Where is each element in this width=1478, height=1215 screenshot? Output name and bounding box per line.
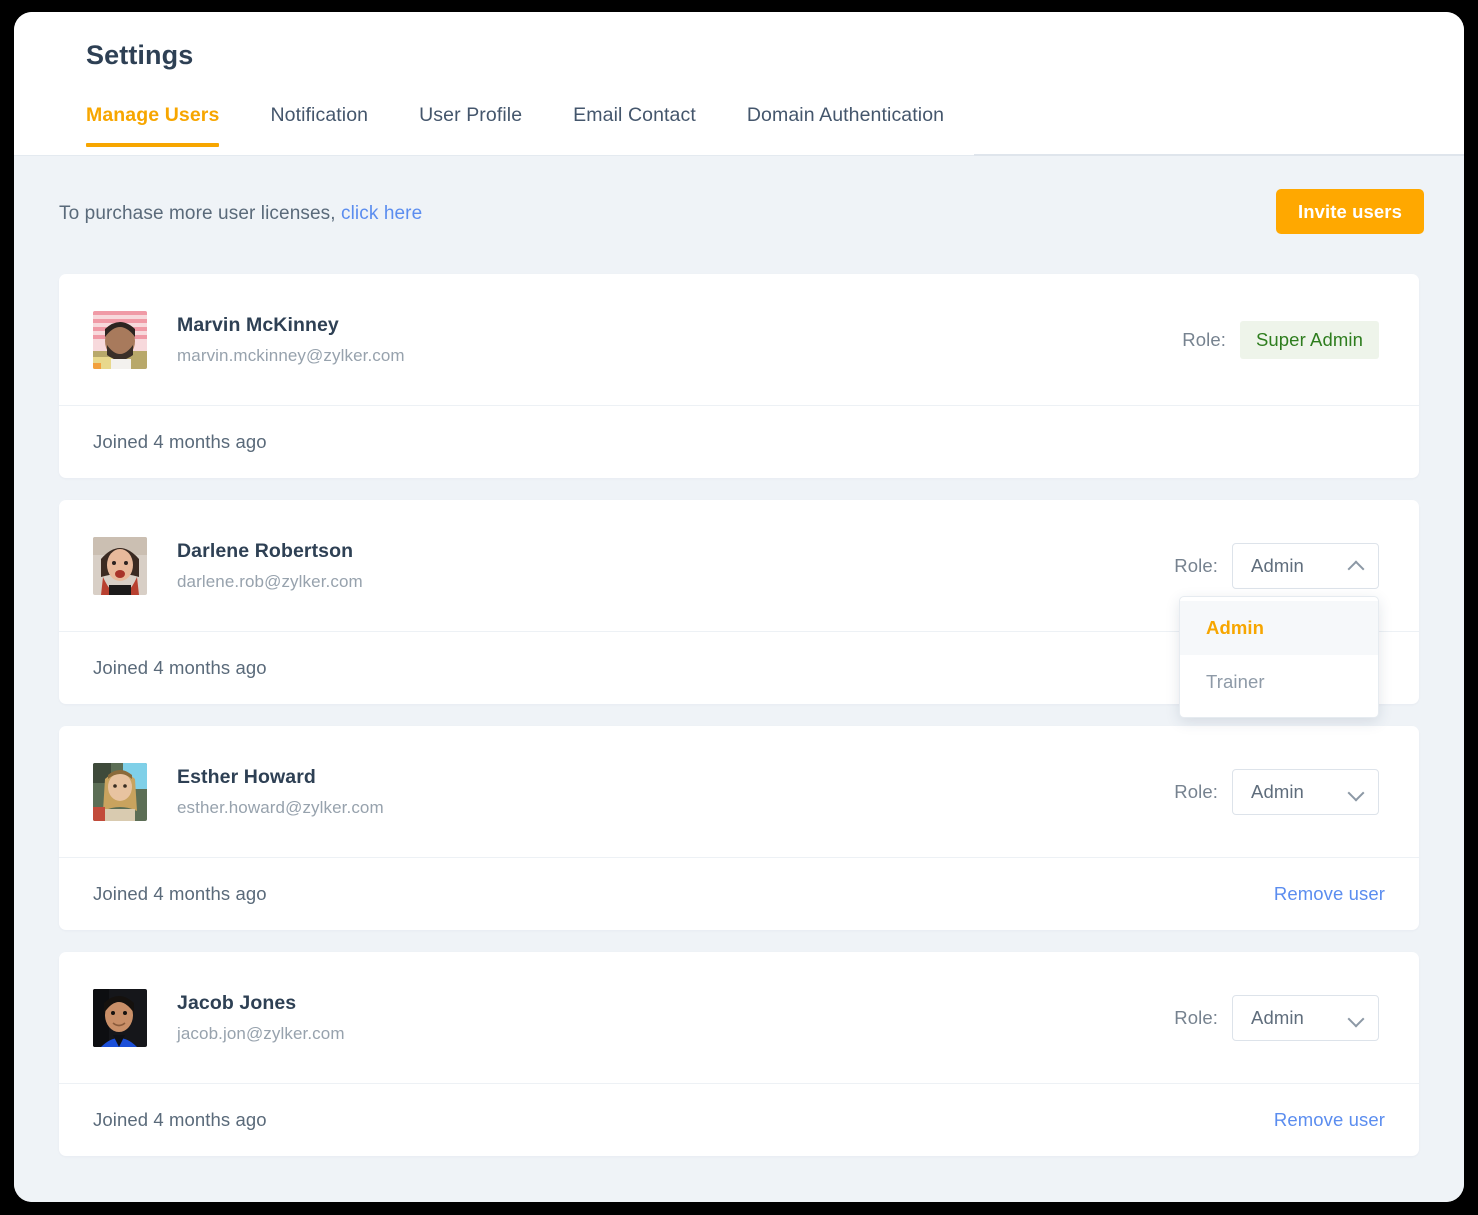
settings-tabs: Manage Users Notification User Profile E… xyxy=(86,104,944,147)
role-select-value: Admin xyxy=(1251,1007,1304,1029)
user-name: Esther Howard xyxy=(177,766,384,789)
avatar-image-esther xyxy=(93,763,147,821)
user-card: Jacob Jones jacob.jon@zylker.com Role: A… xyxy=(59,952,1419,1156)
click-here-link[interactable]: click here xyxy=(341,203,422,224)
role-select[interactable]: Admin xyxy=(1232,995,1379,1041)
user-role-area: Role: Admin xyxy=(1174,952,1379,1083)
user-card-footer: Joined 4 months ago Remove user xyxy=(59,1083,1419,1156)
user-card-main: Jacob Jones jacob.jon@zylker.com Role: A… xyxy=(59,952,1419,1083)
joined-date: Joined 4 months ago xyxy=(93,883,267,905)
avatar xyxy=(93,763,147,821)
role-dropdown-menu: Admin Trainer xyxy=(1179,596,1379,718)
role-select-value: Admin xyxy=(1251,781,1304,803)
user-role-area: Role: Super Admin xyxy=(1182,274,1379,405)
purchase-licenses-label: To purchase more user licenses, xyxy=(59,203,341,224)
remove-user-link[interactable]: Remove user xyxy=(1274,1109,1385,1131)
user-identity: Esther Howard esther.howard@zylker.com xyxy=(177,766,384,818)
user-identity: Jacob Jones jacob.jon@zylker.com xyxy=(177,992,345,1044)
user-identity: Marvin McKinney marvin.mckinney@zylker.c… xyxy=(177,314,405,366)
user-email: jacob.jon@zylker.com xyxy=(177,1024,345,1044)
user-email: marvin.mckinney@zylker.com xyxy=(177,346,405,366)
chevron-up-icon xyxy=(1349,558,1364,573)
avatar-image-jacob xyxy=(93,989,147,1047)
user-role-area: Role: Admin xyxy=(1174,726,1379,857)
user-card-main: Marvin McKinney marvin.mckinney@zylker.c… xyxy=(59,274,1419,405)
user-card: Esther Howard esther.howard@zylker.com R… xyxy=(59,726,1419,930)
purchase-licenses-text: To purchase more user licenses, click he… xyxy=(59,203,422,225)
user-name: Marvin McKinney xyxy=(177,314,405,337)
role-option-admin[interactable]: Admin xyxy=(1180,601,1378,655)
role-label: Role: xyxy=(1182,329,1226,351)
chevron-down-icon xyxy=(1349,1010,1364,1025)
page-title: Settings xyxy=(86,40,193,71)
user-card: Darlene Robertson darlene.rob@zylker.com… xyxy=(59,500,1419,704)
user-list: Marvin McKinney marvin.mckinney@zylker.c… xyxy=(14,274,1464,1156)
user-email: esther.howard@zylker.com xyxy=(177,798,384,818)
user-name: Jacob Jones xyxy=(177,992,345,1015)
joined-date: Joined 4 months ago xyxy=(93,431,267,453)
invite-users-button[interactable]: Invite users xyxy=(1276,189,1424,234)
role-select-value: Admin xyxy=(1251,555,1304,577)
role-select[interactable]: Admin xyxy=(1232,543,1379,589)
role-label: Role: xyxy=(1174,1007,1218,1029)
avatar xyxy=(93,537,147,595)
user-name: Darlene Robertson xyxy=(177,540,363,563)
user-card-footer: Joined 4 months ago Remove user xyxy=(59,857,1419,930)
role-label: Role: xyxy=(1174,781,1218,803)
avatar-image-marvin xyxy=(93,311,147,369)
status-badge: Super Admin xyxy=(1240,321,1379,359)
joined-date: Joined 4 months ago xyxy=(93,657,267,679)
app-window: Settings Manage Users Notification User … xyxy=(14,12,1464,1202)
tab-manage-users[interactable]: Manage Users xyxy=(86,104,219,147)
user-card-footer: Joined 4 months ago xyxy=(59,405,1419,478)
tab-domain-authentication[interactable]: Domain Authentication xyxy=(747,104,944,147)
tab-email-contact[interactable]: Email Contact xyxy=(573,104,696,147)
avatar xyxy=(93,989,147,1047)
user-card-main: Esther Howard esther.howard@zylker.com R… xyxy=(59,726,1419,857)
chevron-down-icon xyxy=(1349,784,1364,799)
remove-user-link[interactable]: Remove user xyxy=(1274,883,1385,905)
tab-notification[interactable]: Notification xyxy=(270,104,368,147)
license-toolbar: To purchase more user licenses, click he… xyxy=(14,156,1464,274)
tab-user-profile[interactable]: User Profile xyxy=(419,104,522,147)
avatar xyxy=(93,311,147,369)
settings-header: Settings Manage Users Notification User … xyxy=(14,12,1464,156)
user-email: darlene.rob@zylker.com xyxy=(177,572,363,592)
manage-users-panel: To purchase more user licenses, click he… xyxy=(14,156,1464,1202)
role-label: Role: xyxy=(1174,555,1218,577)
role-option-trainer[interactable]: Trainer xyxy=(1180,655,1378,709)
user-identity: Darlene Robertson darlene.rob@zylker.com xyxy=(177,540,363,592)
joined-date: Joined 4 months ago xyxy=(93,1109,267,1131)
role-select[interactable]: Admin xyxy=(1232,769,1379,815)
avatar-image-darlene xyxy=(93,537,147,595)
user-card: Marvin McKinney marvin.mckinney@zylker.c… xyxy=(59,274,1419,478)
